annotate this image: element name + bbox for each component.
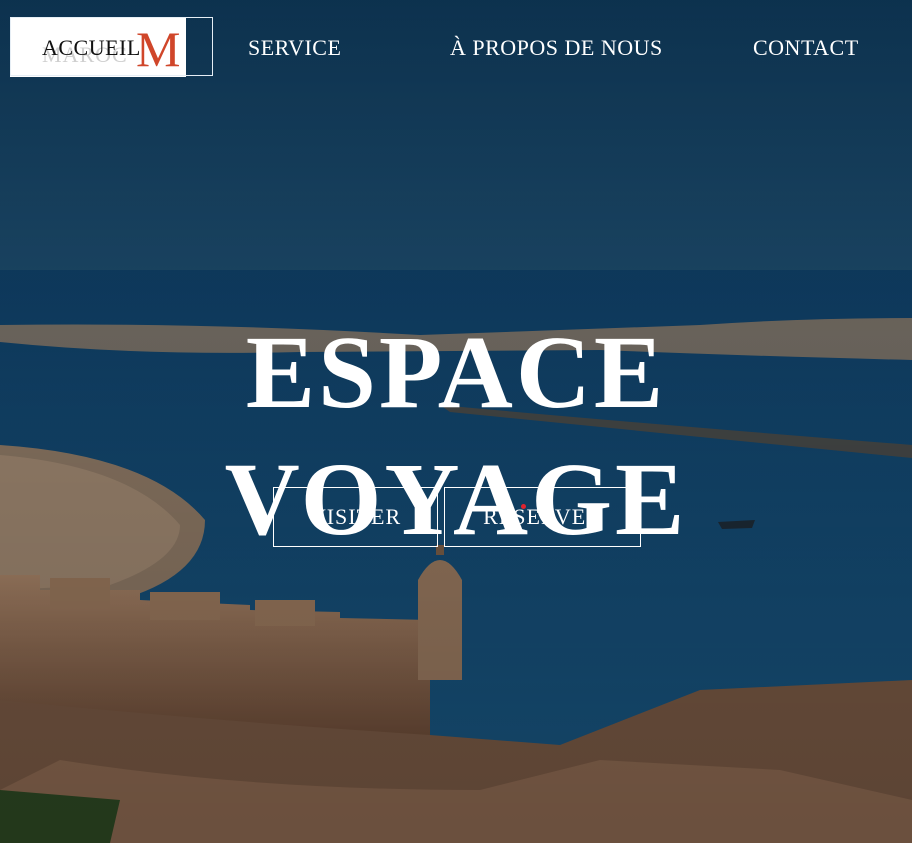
hero-title-line-1: ESPACE (245, 315, 667, 430)
nav-link-service[interactable]: SERVICE (248, 33, 341, 63)
reserver-button[interactable]: RESERVER (444, 487, 641, 547)
nav-link-a-propos[interactable]: À PROPOS DE NOUS (405, 33, 665, 63)
cursor-dot (521, 504, 526, 509)
nav-link-accueil[interactable]: ACCUEIL (42, 33, 141, 63)
visiter-button[interactable]: VISITER (273, 487, 438, 547)
nav-link-contact[interactable]: CONTACT (753, 33, 859, 63)
